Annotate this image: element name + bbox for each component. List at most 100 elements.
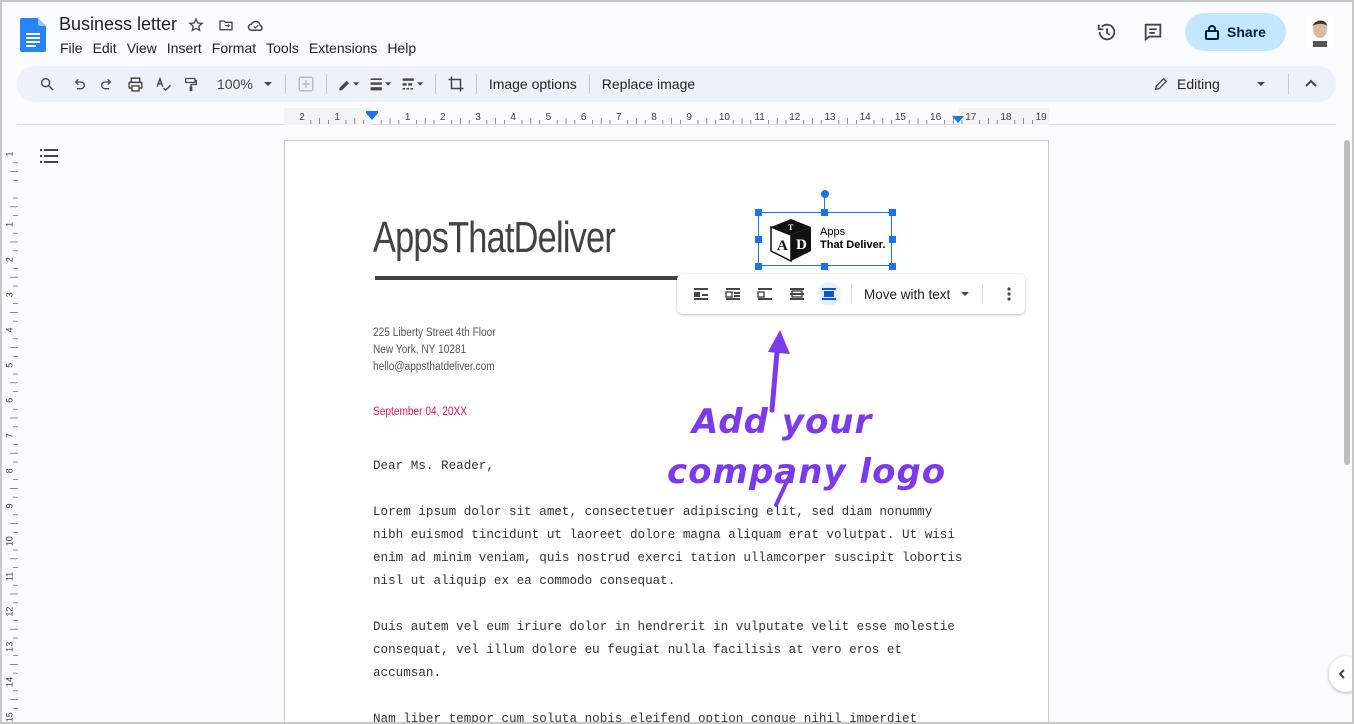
first-line-indent-marker[interactable]	[366, 111, 378, 113]
undo-icon[interactable]	[65, 70, 93, 98]
menu-extensions[interactable]: Extensions	[304, 39, 382, 57]
body-line: accumsan.	[373, 666, 442, 680]
more-options-icon[interactable]	[997, 282, 1021, 306]
cloud-status-icon[interactable]	[246, 15, 266, 35]
in-front-of-text-icon[interactable]	[817, 282, 841, 306]
chevron-left-icon	[1338, 669, 1345, 679]
avatar[interactable]	[1306, 16, 1334, 48]
star-icon[interactable]	[186, 15, 206, 35]
image-options-button[interactable]: Image options	[483, 70, 583, 98]
menu-help[interactable]: Help	[382, 39, 421, 57]
zoom-select[interactable]: 100%	[211, 70, 279, 98]
crop-icon[interactable]	[442, 70, 470, 98]
menu-insert[interactable]: Insert	[162, 39, 207, 57]
ruler-label: 13	[824, 112, 836, 123]
company-heading[interactable]: AppsThatDeliver	[373, 213, 616, 263]
menu-view[interactable]: View	[122, 39, 162, 57]
border-dash-icon[interactable]	[397, 70, 429, 98]
share-label: Share	[1227, 24, 1266, 40]
hide-menus-button[interactable]	[1297, 70, 1325, 98]
ruler-label: 15	[4, 712, 14, 722]
resize-handle[interactable]	[889, 263, 896, 270]
position-mode-select[interactable]: Move with text	[858, 287, 976, 302]
break-text-icon[interactable]	[753, 282, 777, 306]
ruler-label: 7	[616, 112, 622, 123]
ruler-label: 11	[4, 572, 14, 581]
resize-handle[interactable]	[889, 209, 896, 216]
resize-handle[interactable]	[889, 236, 896, 243]
ruler-label: 13	[4, 642, 14, 652]
editing-mode-select[interactable]: Editing	[1153, 70, 1266, 98]
logo-line: Apps	[820, 226, 846, 238]
wrap-inline-icon[interactable]	[689, 282, 713, 306]
heading-underline	[375, 276, 685, 280]
menu-edit[interactable]: Edit	[88, 39, 122, 57]
resize-handle[interactable]	[755, 263, 762, 270]
side-panel-toggle[interactable]	[1329, 656, 1354, 692]
move-folder-icon[interactable]	[216, 15, 236, 35]
ruler-label: 18	[1000, 112, 1012, 123]
ruler-label: 7	[4, 433, 14, 438]
body-line: enim ad minim veniam, quis nostrud exerc…	[373, 551, 963, 565]
menu-tools[interactable]: Tools	[261, 39, 304, 57]
spellcheck-icon[interactable]	[149, 70, 177, 98]
ruler-label: 9	[4, 503, 14, 508]
vertical-ruler[interactable]: 1 1 2 3 4 5 6 7 8 9 10 11 12 13 14 15	[2, 140, 18, 724]
chevron-up-icon	[1305, 79, 1317, 87]
ruler-label: 15	[895, 112, 907, 123]
resize-handle[interactable]	[821, 209, 828, 216]
ruler-label: 3	[4, 292, 14, 297]
document-outline-icon[interactable]	[40, 147, 60, 165]
border-color-icon[interactable]	[333, 70, 365, 98]
ruler-label: 6	[581, 112, 587, 123]
replace-image-button[interactable]: Replace image	[596, 70, 701, 98]
zoom-value: 100%	[217, 76, 253, 92]
body-line: nibh euismod tincidunt ut laoreet dolore…	[373, 528, 955, 542]
wrap-text-icon[interactable]	[721, 282, 745, 306]
behind-text-icon[interactable]	[785, 282, 809, 306]
redo-icon[interactable]	[93, 70, 121, 98]
main-toolbar: 100% Image options Replace image Editing	[17, 66, 1336, 102]
resize-handle[interactable]	[755, 236, 762, 243]
toolbar-divider	[284, 74, 286, 94]
title-bar: Business letter File Edit View Insert Fo…	[0, 0, 1354, 64]
ruler-label: 3	[475, 112, 481, 123]
paint-format-icon[interactable]	[177, 70, 205, 98]
horizontal-ruler[interactable]: 2 1 1 2 3 4 5 6 7 8 9 10 11 12 13 14 15 16 17 18 19	[284, 108, 1049, 125]
address-block[interactable]: 225 Liberty Street 4th Floor New York, N…	[373, 325, 496, 376]
scrollbar-thumb[interactable]	[1344, 140, 1350, 465]
ruler-label: 16	[930, 112, 942, 123]
comments-icon[interactable]	[1135, 14, 1171, 50]
resize-handle[interactable]	[755, 209, 762, 216]
ruler-label: 5	[546, 112, 552, 123]
ruler-label: 12	[789, 112, 801, 123]
menu-format[interactable]: Format	[207, 39, 261, 57]
lock-icon	[1205, 25, 1220, 40]
print-icon[interactable]	[121, 70, 149, 98]
body-line: Nam liber tempor cum soluta nobis eleife…	[373, 712, 918, 724]
resize-handle[interactable]	[821, 263, 828, 270]
border-weight-icon[interactable]	[365, 70, 397, 98]
letter-date[interactable]: September 04, 20XX	[373, 406, 467, 418]
ruler-label: 1	[334, 112, 340, 123]
address-email: hello@appsthatdeliver.com	[373, 361, 495, 373]
insert-comment-icon[interactable]	[292, 70, 320, 98]
search-menus-icon[interactable]	[33, 70, 61, 98]
editing-label: Editing	[1177, 76, 1220, 92]
selected-logo-image[interactable]: A D T Apps That Deliver.	[758, 212, 892, 266]
version-history-icon[interactable]	[1089, 14, 1125, 50]
toolbar-divider	[588, 74, 590, 94]
toolbar-divider	[475, 74, 477, 94]
toolbar-divider	[325, 74, 327, 94]
rotate-handle[interactable]	[821, 190, 829, 198]
ruler-label: 4	[510, 112, 516, 123]
ruler-label: 11	[754, 112, 765, 123]
menu-file[interactable]: File	[60, 39, 88, 57]
docs-logo-icon[interactable]	[20, 18, 46, 52]
cube-letter: T	[788, 223, 794, 232]
chevron-down-icon	[1256, 82, 1265, 86]
share-button[interactable]: Share	[1185, 13, 1286, 51]
ruler-label: 10	[4, 536, 14, 546]
ruler-label: 12	[4, 607, 14, 617]
doc-title[interactable]: Business letter	[59, 14, 177, 35]
